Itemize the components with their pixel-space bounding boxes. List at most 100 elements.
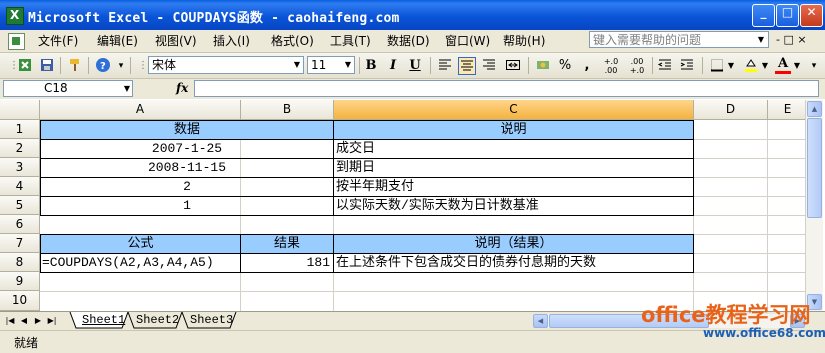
last-sheet-icon[interactable]: ▶| xyxy=(46,314,58,327)
prev-sheet-icon[interactable]: ◀ xyxy=(18,314,30,327)
cell-b7[interactable]: 结果 xyxy=(241,234,333,253)
first-sheet-icon[interactable]: |◀ xyxy=(4,314,16,327)
scroll-up-icon[interactable]: ▲ xyxy=(807,101,822,117)
sheet-tab-sheet1[interactable]: Sheet1 xyxy=(76,312,131,328)
percent-button[interactable]: % xyxy=(556,57,574,75)
close-button[interactable]: ✕ xyxy=(800,4,823,27)
name-box[interactable]: C18 ▼ xyxy=(3,80,133,97)
row-header-9[interactable]: 9 xyxy=(0,272,40,291)
cell-a8[interactable]: =COUPDAYS(A2,A3,A4,A5) xyxy=(42,253,240,272)
column-header-a[interactable]: A xyxy=(40,100,241,120)
vertical-scroll-thumb[interactable] xyxy=(807,118,822,218)
save-icon[interactable] xyxy=(38,57,56,75)
sheet-tab-sheet3[interactable]: Sheet3 xyxy=(184,312,239,328)
help-search-placeholder: 键入需要帮助的问题 xyxy=(593,33,702,47)
row-header-6[interactable]: 6 xyxy=(0,215,40,234)
row-header-3[interactable]: 3 xyxy=(0,158,40,177)
row-header-8[interactable]: 8 xyxy=(0,253,40,272)
excel-app-icon[interactable] xyxy=(6,7,24,25)
menu-help[interactable]: 帮助(H) xyxy=(503,33,545,49)
toolbar-separator xyxy=(528,57,529,74)
cell-a1[interactable]: 数据 xyxy=(41,120,333,139)
increase-decimal-button[interactable]: +.0 .00 xyxy=(600,57,622,75)
cell-c2[interactable]: 成交日 xyxy=(336,139,693,158)
underline-button[interactable]: U xyxy=(406,57,424,75)
comma-button[interactable]: , xyxy=(578,57,596,75)
cell-b8[interactable]: 181 xyxy=(241,253,330,272)
maximize-button[interactable]: □ xyxy=(776,4,799,27)
menu-insert[interactable]: 插入(I) xyxy=(213,33,250,49)
cell-a5[interactable]: 1 xyxy=(41,196,333,215)
table-border xyxy=(693,234,694,273)
fill-color-icon[interactable] xyxy=(742,57,760,75)
worksheet-grid[interactable]: A B C D E 1 2 3 4 5 6 7 8 9 10 数据 说明 200… xyxy=(0,100,825,311)
align-center-icon[interactable] xyxy=(458,57,476,75)
decrease-decimal-button[interactable]: .00 +.0 xyxy=(626,57,648,75)
menu-tools[interactable]: 工具(T) xyxy=(330,33,371,49)
row-header-10[interactable]: 10 xyxy=(0,291,40,311)
next-sheet-icon[interactable]: ▶ xyxy=(32,314,44,327)
chevron-down-icon[interactable]: ▼ xyxy=(760,57,770,75)
cell-a7[interactable]: 公式 xyxy=(41,234,240,253)
chevron-down-icon[interactable]: ▼ xyxy=(792,57,802,75)
toolbar-separator xyxy=(359,57,360,74)
cell-a4[interactable]: 2 xyxy=(41,177,333,196)
chevron-down-icon[interactable]: ▼ xyxy=(754,32,768,47)
align-right-icon[interactable] xyxy=(480,57,498,75)
minimize-button[interactable]: _ xyxy=(752,4,775,27)
column-header-d[interactable]: D xyxy=(694,100,768,120)
cell-c4[interactable]: 按半年期支付 xyxy=(336,177,693,196)
menu-view[interactable]: 视图(V) xyxy=(155,33,197,49)
toolbar-options-icon[interactable]: ▾ xyxy=(115,57,127,75)
formula-input[interactable] xyxy=(194,80,819,97)
excel-icon[interactable] xyxy=(16,57,34,75)
currency-icon[interactable] xyxy=(534,57,552,75)
row-header-1[interactable]: 1 xyxy=(0,120,40,139)
borders-icon[interactable] xyxy=(708,57,726,75)
cell-c8[interactable]: 在上述条件下包含成交日的债券付息期的天数 xyxy=(336,253,693,272)
row-header-5[interactable]: 5 xyxy=(0,196,40,215)
vertical-scrollbar[interactable]: ▲ ▼ xyxy=(805,100,823,311)
column-header-e[interactable]: E xyxy=(768,100,808,120)
chevron-down-icon[interactable]: ▼ xyxy=(342,57,354,73)
row-header-2[interactable]: 2 xyxy=(0,139,40,158)
bold-button[interactable]: B xyxy=(362,57,380,75)
help-icon[interactable]: ? xyxy=(94,57,112,75)
menu-window[interactable]: 窗口(W) xyxy=(445,33,490,49)
sheet-tab-sheet2[interactable]: Sheet2 xyxy=(130,312,185,328)
format-painter-icon[interactable] xyxy=(66,57,84,75)
workbook-window-controls[interactable]: - □ × xyxy=(776,33,807,46)
font-name-select[interactable]: 宋体 ▼ xyxy=(148,56,304,74)
cell-c5[interactable]: 以实际天数/实际天数为日计数基准 xyxy=(336,196,693,215)
column-header-b[interactable]: B xyxy=(241,100,334,120)
italic-button[interactable]: I xyxy=(384,57,402,75)
row-header-4[interactable]: 4 xyxy=(0,177,40,196)
cell-c7[interactable]: 说明（结果） xyxy=(334,234,693,253)
increase-indent-icon[interactable] xyxy=(678,57,696,75)
insert-function-button[interactable]: fx xyxy=(176,81,188,95)
align-left-icon[interactable] xyxy=(436,57,454,75)
decrease-indent-icon[interactable] xyxy=(656,57,674,75)
menu-file[interactable]: 文件(F) xyxy=(38,33,78,49)
chevron-down-icon[interactable]: ▼ xyxy=(726,57,736,75)
menu-data[interactable]: 数据(D) xyxy=(387,33,430,49)
cell-c1[interactable]: 说明 xyxy=(334,120,693,139)
menu-edit[interactable]: 编辑(E) xyxy=(97,33,138,49)
column-header-c[interactable]: C xyxy=(334,100,694,120)
chevron-down-icon[interactable]: ▼ xyxy=(291,57,303,73)
toolbar-separator xyxy=(702,57,703,74)
font-size-select[interactable]: 11 ▼ xyxy=(307,56,355,74)
toolbar-options-icon[interactable]: ▾ xyxy=(808,57,820,75)
menu-format[interactable]: 格式(O) xyxy=(271,33,314,49)
cell-a2[interactable]: 2007-1-25 xyxy=(41,139,333,158)
cell-a3[interactable]: 2008-11-15 xyxy=(41,158,333,177)
help-search-input[interactable]: 键入需要帮助的问题 ▼ xyxy=(589,31,769,48)
scroll-left-icon[interactable]: ◀ xyxy=(533,314,548,328)
cell-c3[interactable]: 到期日 xyxy=(336,158,693,177)
row-header-7[interactable]: 7 xyxy=(0,234,40,253)
chevron-down-icon[interactable]: ▼ xyxy=(124,81,130,96)
font-color-button[interactable]: A xyxy=(774,57,792,75)
merge-center-icon[interactable] xyxy=(504,57,522,75)
workbook-icon[interactable] xyxy=(8,33,25,50)
select-all-corner[interactable] xyxy=(0,100,40,120)
